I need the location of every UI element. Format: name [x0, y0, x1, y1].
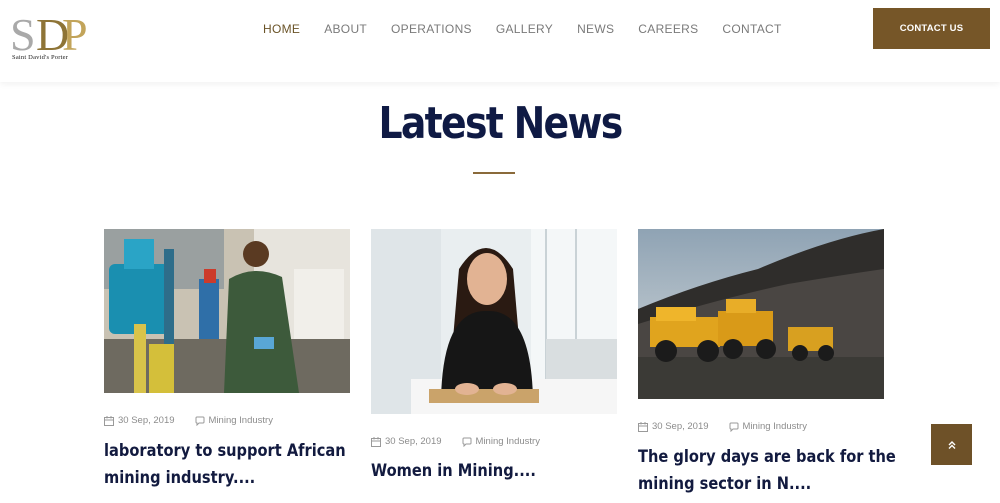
nav-item-contact[interactable]: CONTACT — [722, 21, 781, 37]
news-title-line: mining industry.... — [104, 468, 256, 488]
news-image-laboratory[interactable] — [104, 229, 350, 393]
double-chevron-up-icon — [948, 440, 955, 449]
comment-icon — [195, 416, 205, 426]
section-title: Latest News — [378, 98, 623, 149]
news-title-line: Women in Mining.... — [371, 461, 536, 481]
news-title-line: The glory days are back for the — [638, 447, 896, 467]
logo-tagline: Saint David's Porter — [12, 54, 69, 61]
site-logo[interactable]: S D P Saint David's Porter — [10, 10, 96, 64]
news-date: 30 Sep, 2019 — [652, 421, 709, 432]
svg-text:S: S — [10, 10, 36, 56]
news-category[interactable]: Mining Industry — [743, 421, 807, 432]
nav-item-operations[interactable]: OPERATIONS — [391, 21, 472, 37]
news-meta: 30 Sep, 2019 Mining Industry — [371, 436, 540, 447]
news-category[interactable]: Mining Industry — [209, 415, 273, 426]
news-date: 30 Sep, 2019 — [385, 436, 442, 447]
site-header: S D P Saint David's Porter HOME ABOUT OP… — [0, 0, 1000, 82]
calendar-icon — [104, 415, 114, 426]
news-meta: 30 Sep, 2019 Mining Industry — [638, 421, 807, 432]
title-divider — [473, 172, 515, 174]
scroll-to-top-button[interactable] — [931, 424, 972, 465]
comment-icon — [462, 437, 472, 447]
news-title-line: mining sector in N.... — [638, 474, 812, 494]
news-image-mining-trucks[interactable] — [638, 229, 884, 399]
contact-us-button[interactable]: CONTACT US — [873, 8, 990, 49]
nav-item-news[interactable]: NEWS — [577, 21, 614, 37]
logo-mark: S D P — [10, 10, 88, 56]
calendar-icon — [371, 436, 381, 447]
news-title[interactable]: The glory days are back for the mining s… — [638, 444, 896, 498]
nav-item-about[interactable]: ABOUT — [324, 21, 367, 37]
news-title[interactable]: laboratory to support African mining ind… — [104, 438, 346, 492]
calendar-icon — [638, 421, 648, 432]
comment-icon — [729, 422, 739, 432]
nav-item-gallery[interactable]: GALLERY — [496, 21, 553, 37]
news-category[interactable]: Mining Industry — [476, 436, 540, 447]
news-meta: 30 Sep, 2019 Mining Industry — [104, 415, 273, 426]
news-image-women-in-mining[interactable] — [371, 229, 617, 414]
news-title-line: laboratory to support African — [104, 441, 346, 461]
main-nav: HOME ABOUT OPERATIONS GALLERY NEWS CAREE… — [263, 21, 806, 37]
news-title[interactable]: Women in Mining.... — [371, 458, 583, 485]
nav-item-careers[interactable]: CAREERS — [638, 21, 698, 37]
svg-text:P: P — [62, 10, 88, 56]
news-date: 30 Sep, 2019 — [118, 415, 175, 426]
nav-item-home[interactable]: HOME — [263, 21, 300, 37]
